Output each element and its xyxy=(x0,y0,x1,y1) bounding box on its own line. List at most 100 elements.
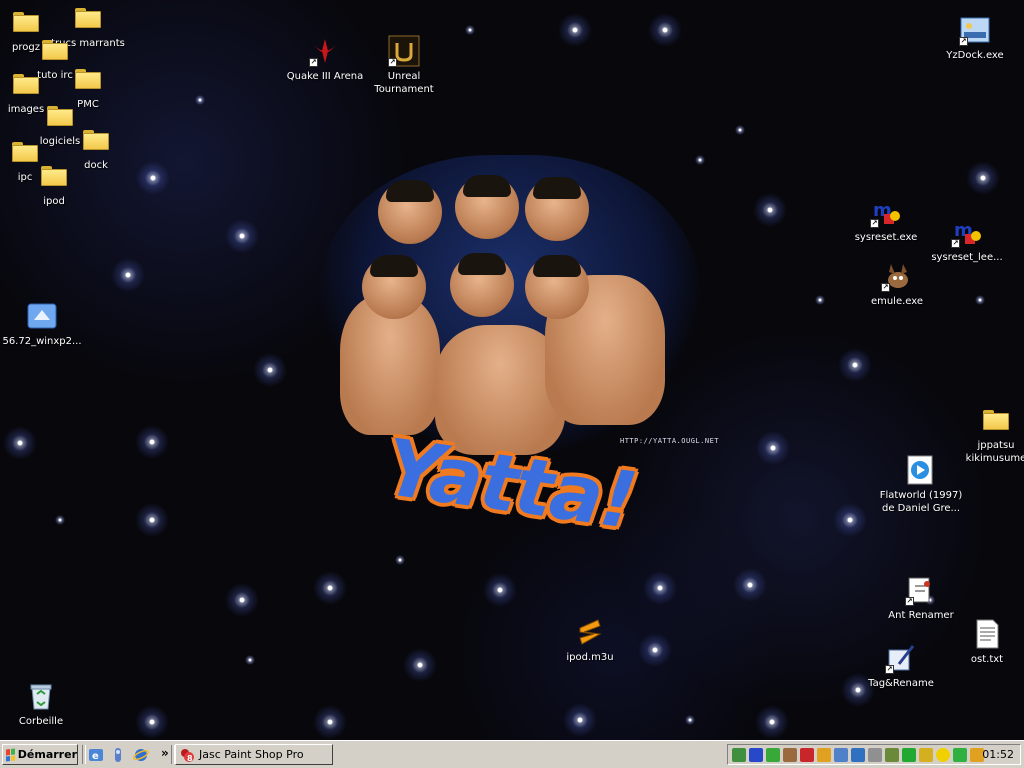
star xyxy=(733,568,767,602)
emule-mule-icon: ↗ xyxy=(881,260,913,292)
sysreset-tray-icon[interactable] xyxy=(749,748,763,762)
star xyxy=(563,703,597,737)
sysreset-tray-icon[interactable] xyxy=(800,748,814,762)
plant-tray-icon[interactable] xyxy=(766,748,780,762)
desktop-icon-ipod[interactable]: ipod xyxy=(8,160,100,208)
shortcut-arrow-icon: ↗ xyxy=(885,665,894,674)
folder-icon xyxy=(72,63,104,95)
recycle-bin-icon xyxy=(25,680,57,712)
desktop: Yatta! HTTP://YATTA.OUGL.NET progz trucs… xyxy=(0,0,1024,740)
star xyxy=(225,219,259,253)
globe-tray-icon[interactable] xyxy=(851,748,865,762)
quick-launch-chevron[interactable]: » xyxy=(161,746,169,760)
star xyxy=(483,573,517,607)
star xyxy=(195,95,205,105)
star xyxy=(465,25,475,35)
smiley-tray-icon[interactable] xyxy=(936,748,950,762)
desktop-icon-emule[interactable]: ↗ emule.exe xyxy=(851,260,943,308)
desktop-icon-flatworld[interactable]: Flatworld (1997) de Daniel Gre... xyxy=(875,454,967,515)
internet-explorer-icon[interactable] xyxy=(133,747,149,763)
star xyxy=(55,515,65,525)
key-tray-icon[interactable] xyxy=(919,748,933,762)
performer-head xyxy=(525,255,589,319)
tools-tray-icon[interactable] xyxy=(885,748,899,762)
folder-icon xyxy=(39,34,71,66)
icon-label: Quake III Arena xyxy=(286,71,364,82)
icon-label: Corbeille xyxy=(18,716,64,727)
performer-head xyxy=(362,255,426,319)
shortcut-arrow-icon: ↗ xyxy=(309,58,318,67)
svg-text:8: 8 xyxy=(187,754,193,763)
clock[interactable]: 01:52 xyxy=(982,748,1014,761)
taskbar: Démarrer e » 8 Jasc Paint Shop Pro 01:52 xyxy=(0,740,1024,768)
star xyxy=(648,13,682,47)
performer-head xyxy=(378,180,442,244)
desktop-icon-sysreset[interactable]: m ↗ sysreset.exe xyxy=(840,196,932,244)
star xyxy=(313,705,347,739)
star xyxy=(755,705,789,739)
performer-head xyxy=(450,253,514,317)
star xyxy=(838,348,872,382)
start-button-label: Démarrer xyxy=(17,748,77,761)
star xyxy=(815,295,825,305)
emule-tray-icon[interactable] xyxy=(783,748,797,762)
star xyxy=(225,583,259,617)
taskbar-button-label: Jasc Paint Shop Pro xyxy=(199,748,304,761)
desktop-icon-sysreset-lee[interactable]: m ↗ sysreset_lee... xyxy=(921,216,1013,264)
media-player-icon xyxy=(905,454,937,486)
shortcut-arrow-icon: ↗ xyxy=(951,239,960,248)
desktop-icon-ost-txt[interactable]: ost.txt xyxy=(941,618,1024,666)
performer-head xyxy=(525,177,589,241)
shortcut-arrow-icon: ↗ xyxy=(905,597,914,606)
star xyxy=(756,431,790,465)
windows-logo-icon xyxy=(6,748,15,761)
star xyxy=(735,125,745,135)
icon-label: Flatworld (1997) de Daniel Gre... xyxy=(879,490,963,514)
winamp-playlist-icon xyxy=(574,616,606,648)
desktop-icon-ant-renamer[interactable]: ↗ Ant Renamer xyxy=(875,574,967,622)
installer-icon xyxy=(26,300,58,332)
shortcut-arrow-icon: ↗ xyxy=(959,37,968,46)
star xyxy=(975,295,985,305)
ant-renamer-icon: ↗ xyxy=(905,574,937,606)
start-button[interactable]: Démarrer xyxy=(2,744,78,765)
folder-icon xyxy=(80,124,112,156)
icon-label: emule.exe xyxy=(870,296,924,307)
quick-launch-separator xyxy=(82,745,86,764)
folder-icon xyxy=(10,68,42,100)
icon-label: ipod.m3u xyxy=(566,652,614,663)
star xyxy=(245,655,255,665)
icon-label: Unreal Tournament xyxy=(374,71,434,95)
star xyxy=(253,353,287,387)
star xyxy=(395,555,405,565)
desktop-icon-corbeille[interactable]: Corbeille xyxy=(0,680,87,728)
star xyxy=(111,258,145,292)
desktop-icon-unreal[interactable]: ↗ Unreal Tournament xyxy=(358,35,450,96)
network-tray-icon[interactable] xyxy=(732,748,746,762)
star xyxy=(135,425,169,459)
desktop-icon-ipod-m3u[interactable]: ipod.m3u xyxy=(544,616,636,664)
icon-label: YzDock.exe xyxy=(946,50,1004,61)
updown-arrows-tray-icon[interactable] xyxy=(953,748,967,762)
star xyxy=(403,648,437,682)
tag-rename-icon: ↗ xyxy=(885,642,917,674)
outlook-express-icon[interactable]: e xyxy=(88,747,104,763)
unreal-tournament-icon: ↗ xyxy=(388,35,420,67)
taskbar-button-paint-shop-pro[interactable]: 8 Jasc Paint Shop Pro xyxy=(175,744,333,765)
sysreset-icon: m ↗ xyxy=(870,196,902,228)
star xyxy=(313,571,347,605)
paint-shop-pro-icon: 8 xyxy=(181,748,194,763)
star xyxy=(638,633,672,667)
desktop-icon-yzdock[interactable]: ↗ YzDock.exe xyxy=(929,14,1021,62)
play-tray-icon[interactable] xyxy=(902,748,916,762)
pencil-tray-icon[interactable] xyxy=(817,748,831,762)
search-tray-icon[interactable] xyxy=(868,748,882,762)
folder-icon xyxy=(980,404,1012,436)
folder-icon xyxy=(38,160,70,192)
display-tray-icon[interactable] xyxy=(834,748,848,762)
show-desktop-icon[interactable] xyxy=(110,747,126,763)
shortcut-arrow-icon: ↗ xyxy=(881,283,890,292)
desktop-icon-winxp[interactable]: 56.72_winxp2... xyxy=(0,300,88,348)
desktop-icon-tag-rename[interactable]: ↗ Tag&Rename xyxy=(855,642,947,690)
star xyxy=(558,13,592,47)
